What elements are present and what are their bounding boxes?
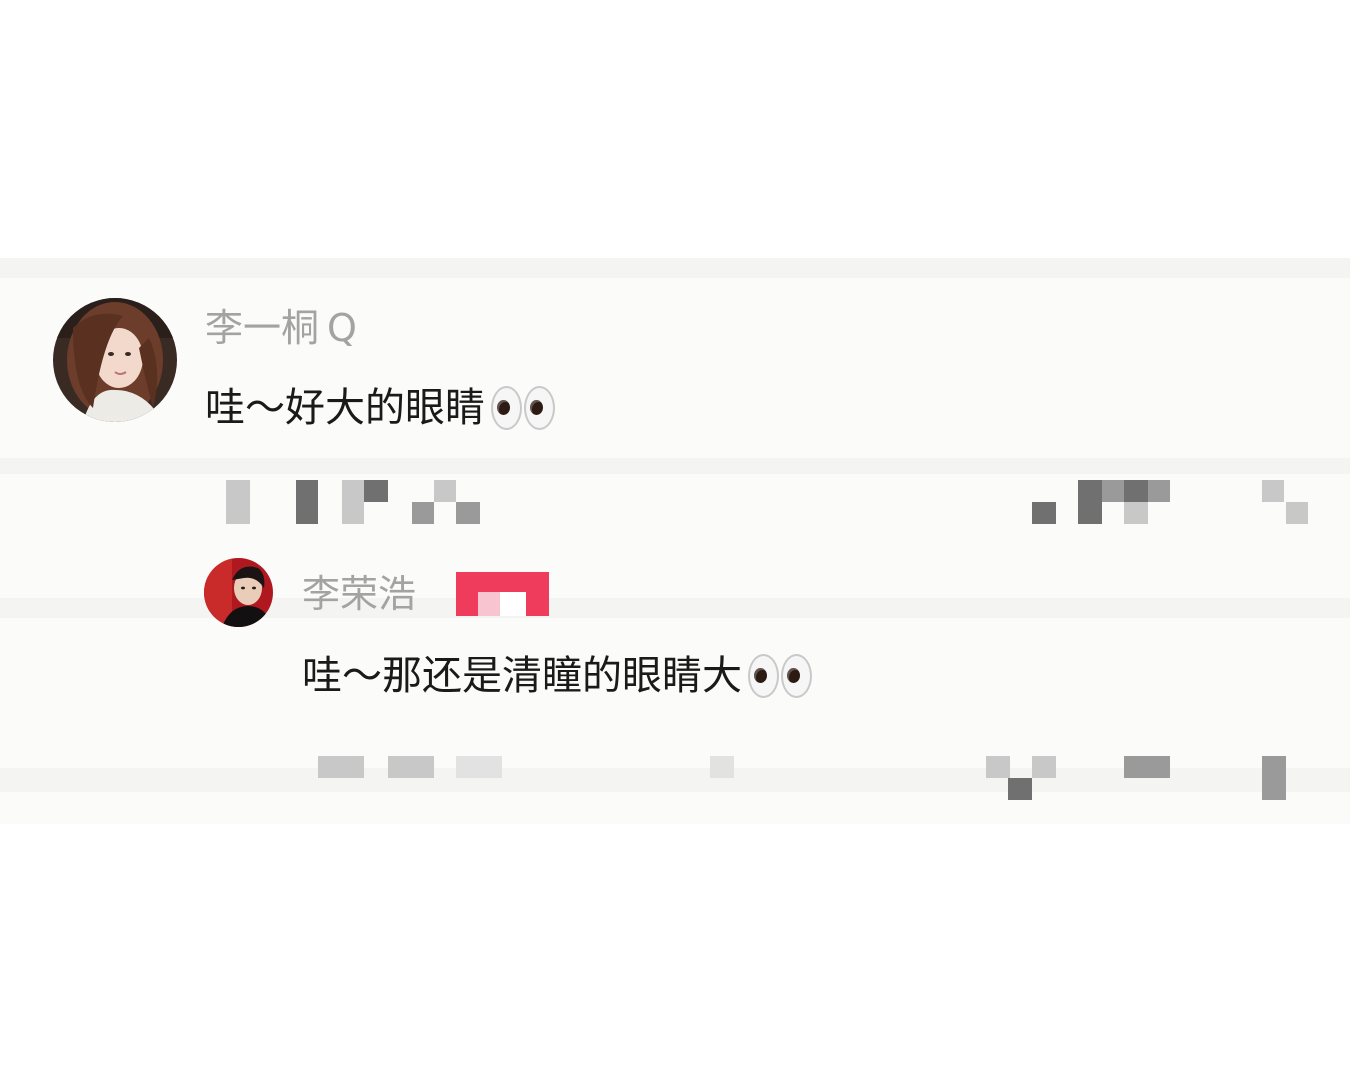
eyes-emoji-icon [746,654,812,698]
creator-badge [456,572,549,616]
avatar[interactable] [53,298,177,422]
mosaic-strip [0,258,1350,278]
comment-text: 哇～好大的眼睛 [205,385,485,431]
username-liyitong[interactable]: 李一桐 Q [205,306,357,350]
username-lironghao[interactable]: 李荣浩 [302,572,416,616]
comment-text-main: 哇～好大的眼睛 [205,384,555,432]
username-text[interactable]: 李一桐 [205,306,319,350]
username-suffix: Q [327,306,357,350]
mosaic-strip [0,458,1350,474]
eyes-emoji-icon [489,386,555,430]
comment-section-background [0,258,1350,824]
comment-text: 哇～那还是清瞳的眼睛大 [302,653,742,699]
avatar[interactable] [204,558,273,627]
comment-text-reply: 哇～那还是清瞳的眼睛大 [302,652,812,700]
mosaic-strip [0,598,1350,618]
